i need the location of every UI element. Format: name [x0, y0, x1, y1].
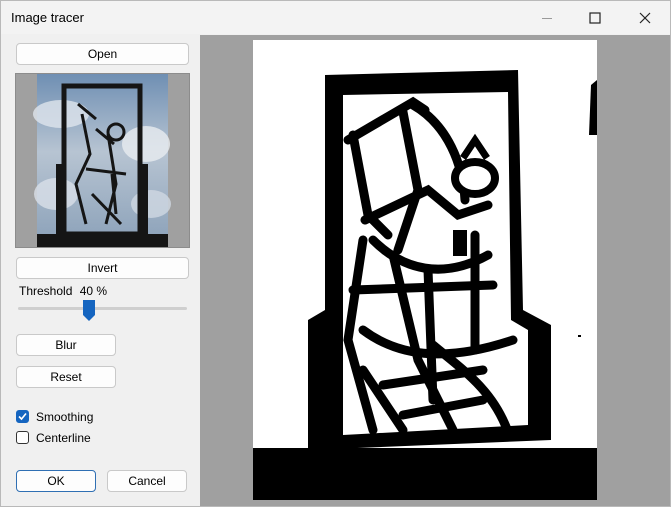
ok-button[interactable]: OK — [16, 470, 96, 492]
window-title: Image tracer — [11, 10, 84, 25]
centerline-label[interactable]: Centerline — [36, 431, 91, 445]
centerline-checkbox[interactable] — [16, 431, 29, 444]
open-button[interactable]: Open — [16, 43, 189, 65]
source-image-thumbnail — [15, 73, 190, 248]
threshold-value: 40 % — [79, 284, 108, 298]
threshold-slider-thumb[interactable] — [83, 300, 95, 321]
threshold-label: Threshold — [19, 284, 73, 298]
minimize-button[interactable] — [524, 1, 570, 34]
smoothing-checkbox[interactable] — [16, 410, 29, 423]
threshold-slider-track[interactable] — [18, 307, 187, 310]
traced-image — [253, 70, 597, 500]
invert-button[interactable]: Invert — [16, 257, 189, 279]
threshold-row: Threshold 40 % — [19, 284, 107, 298]
slider-thumb-icon — [83, 300, 95, 321]
smoothing-label[interactable]: Smoothing — [36, 410, 93, 424]
blur-button[interactable]: Blur — [16, 334, 116, 356]
close-button[interactable] — [622, 1, 668, 34]
title-bar[interactable]: Image tracer — [1, 1, 670, 34]
checkmark-icon — [18, 412, 27, 421]
maximize-icon — [589, 11, 601, 24]
minimize-icon — [542, 17, 552, 19]
cancel-button[interactable]: Cancel — [107, 470, 187, 492]
maximize-button[interactable] — [572, 1, 618, 34]
traced-image-canvas — [253, 40, 597, 500]
reset-button[interactable]: Reset — [16, 366, 116, 388]
close-icon — [639, 12, 651, 23]
source-photo — [33, 74, 171, 247]
image-tracer-window: Image tracer Open Invert Threshold 40 % … — [0, 0, 671, 507]
